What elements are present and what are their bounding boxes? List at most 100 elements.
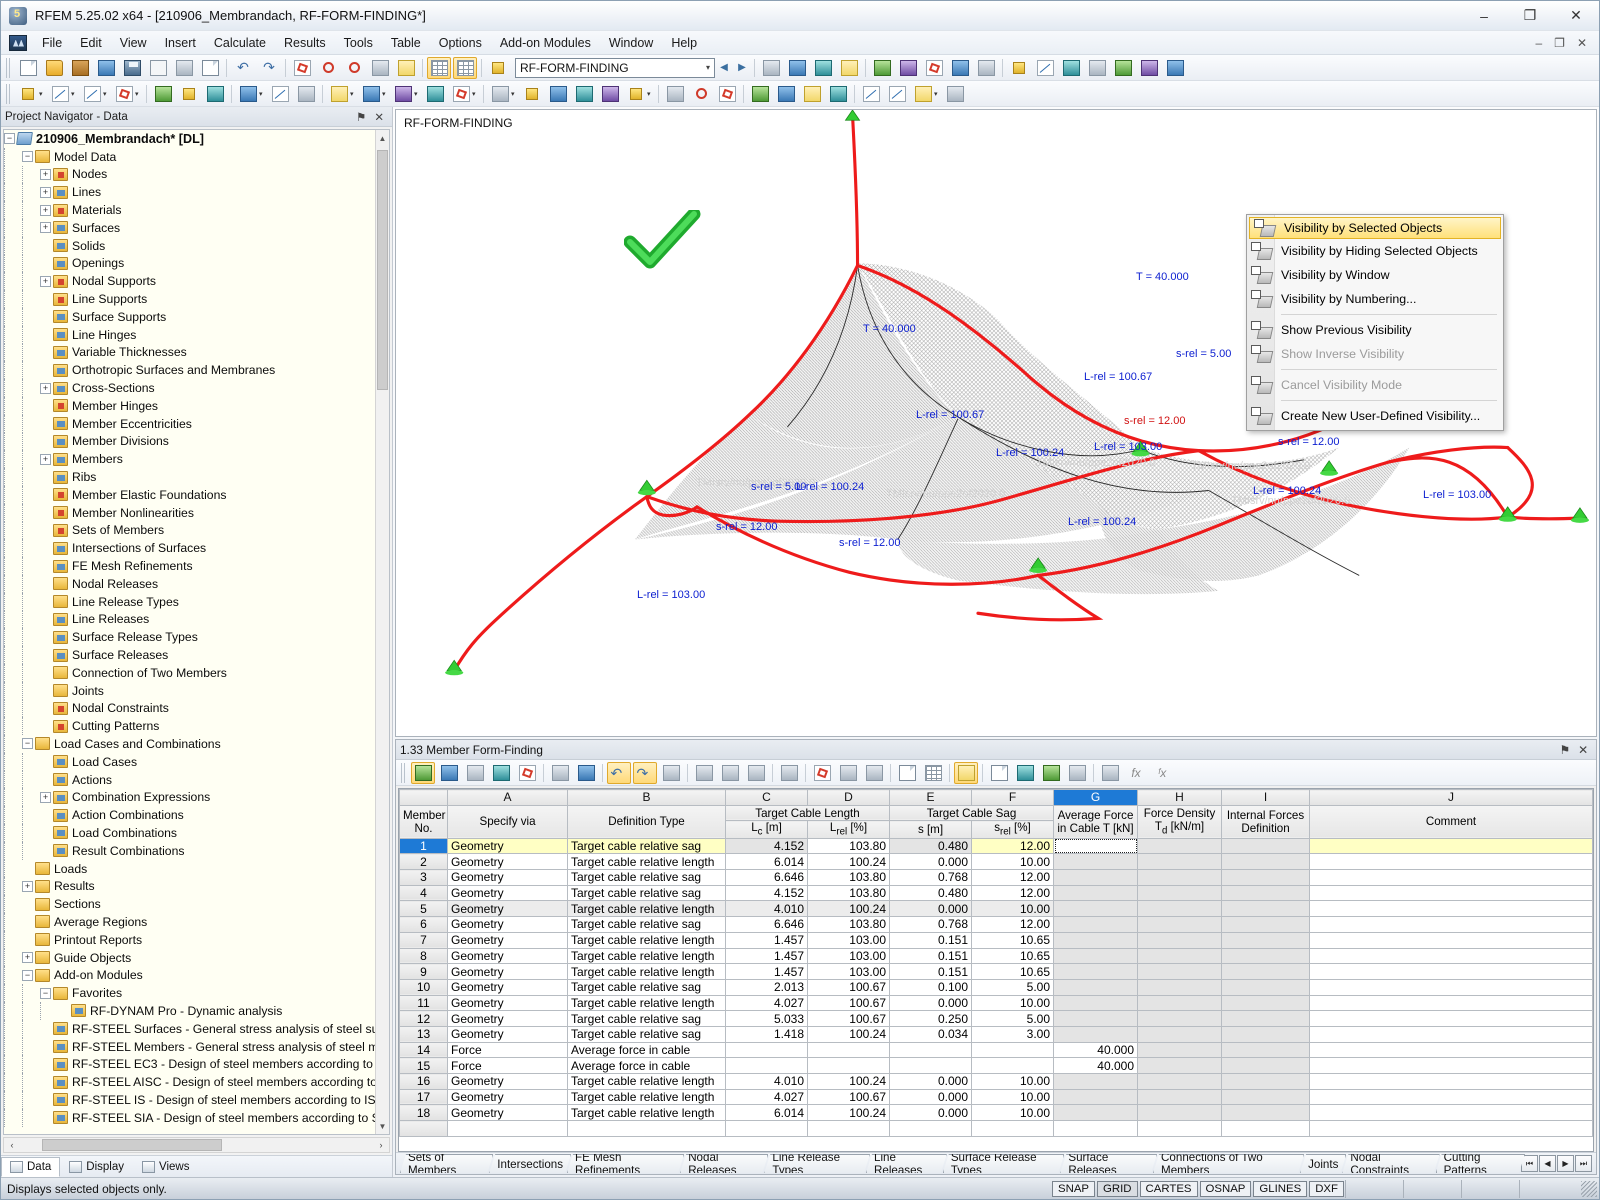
cell-target-cable-sag-s[interactable]: 0.034 (889, 1025, 972, 1043)
cell-internal-forces[interactable] (1221, 963, 1310, 980)
sheet-tab-connections-of-two-members[interactable]: Connections of Two Members (1153, 1154, 1304, 1173)
status-button-grid[interactable]: GRID (1097, 1180, 1138, 1197)
cell-target-cable-sag-s[interactable]: 0.000 (889, 853, 972, 871)
insert-line-load-button[interactable] (546, 83, 570, 105)
sheet-tab-nodal-releases[interactable]: Nodal Releases (680, 1154, 768, 1173)
insert-surface-button[interactable] (327, 83, 351, 105)
cell-target-cable-sag-srel[interactable]: 10.65 (971, 963, 1054, 980)
cell-force-density[interactable] (1137, 931, 1222, 949)
cell-target-cable-length-lrel[interactable]: 100.67 (807, 1010, 890, 1027)
table-delete-row-button[interactable] (810, 762, 834, 784)
cell-target-cable-sag-s[interactable]: 0.250 (889, 1010, 972, 1027)
status-button-dxf[interactable]: DXF (1309, 1180, 1344, 1197)
menu-item-visibility-by-numbering[interactable]: Visibility by Numbering... (1247, 287, 1503, 311)
cell-definition-type[interactable]: Target cable relative sag (567, 884, 726, 902)
tree-item-actions[interactable]: Actions (4, 770, 389, 789)
cell-member-no[interactable]: 5 (399, 900, 448, 918)
table-first-row-button[interactable] (692, 762, 716, 784)
cell-average-force[interactable] (1053, 931, 1138, 949)
table-fx-clear-button[interactable]: ᶠx (1150, 762, 1174, 784)
col-letter-h[interactable]: H (1137, 789, 1222, 806)
cell-average-force[interactable] (1053, 853, 1138, 871)
chevron-down-icon[interactable]: ▾ (511, 90, 519, 98)
tree-item-results[interactable]: + Results (4, 877, 389, 896)
cell-comment[interactable] (1309, 884, 1593, 902)
form-finding-button[interactable] (826, 83, 850, 105)
cell-specify-via[interactable]: Force (447, 1041, 568, 1059)
view-isometric-button[interactable] (811, 57, 835, 79)
cell-target-cable-length-lc[interactable]: 4.027 (725, 1088, 808, 1106)
insert-nodal-load-button[interactable] (488, 83, 512, 105)
tree-item-sections[interactable]: Sections (4, 895, 389, 914)
scrollbar-thumb[interactable] (42, 1139, 222, 1151)
cell-specify-via[interactable]: Geometry (447, 931, 568, 949)
menu-insert[interactable]: Insert (156, 33, 205, 53)
cell-specify-via[interactable]: Geometry (447, 963, 568, 980)
cell-definition-type[interactable]: Target cable relative sag (567, 916, 726, 933)
cell-average-force[interactable] (1053, 1010, 1138, 1027)
resize-grip[interactable] (1581, 1180, 1597, 1197)
table-row[interactable]: 17 Geometry Target cable relative length 4.… (399, 1088, 1593, 1106)
sections-button[interactable] (948, 57, 972, 79)
table-prev-row-button[interactable] (718, 762, 742, 784)
sheet-tab-cutting-patterns[interactable]: Cutting Patterns (1436, 1154, 1525, 1173)
cell-target-cable-length-lrel[interactable]: 100.24 (807, 853, 890, 871)
tree-item-model-data[interactable]: − Model Data (4, 147, 389, 166)
sheet-tab-joints[interactable]: Joints (1300, 1154, 1346, 1173)
cell-comment[interactable] (1309, 947, 1593, 965)
cell-target-cable-length-lc[interactable]: 6.014 (725, 1104, 808, 1122)
cell-target-cable-length-lc[interactable] (725, 1041, 808, 1059)
tree-item-load-cases[interactable]: Load Cases (4, 752, 389, 771)
load-case-combo[interactable]: RF-FORM-FINDING ▾ (515, 57, 715, 78)
cell-empty[interactable] (567, 1120, 726, 1137)
tree-item-ribs[interactable]: Ribs (4, 468, 389, 486)
cell-definition-type[interactable]: Average force in cable (567, 1041, 726, 1059)
insert-surface-support-button[interactable] (203, 83, 227, 105)
tree-item-printout-reports[interactable]: Printout Reports (4, 930, 389, 949)
cell-internal-forces[interactable] (1221, 900, 1310, 918)
cell-target-cable-sag-srel[interactable]: 3.00 (971, 1025, 1054, 1043)
chevron-down-icon[interactable]: ▾ (350, 90, 358, 98)
col-letter-a[interactable]: A (447, 789, 568, 806)
tree-item-connection-of-two-members[interactable]: Connection of Two Members (4, 663, 389, 682)
cell-target-cable-length-lrel[interactable]: 103.00 (807, 947, 890, 965)
cell-force-density[interactable] (1137, 837, 1222, 855)
cell-specify-via[interactable]: Geometry (447, 869, 568, 886)
cell-member-no[interactable]: 14 (399, 1041, 448, 1059)
menu-results[interactable]: Results (275, 33, 335, 53)
cell-comment[interactable] (1309, 1041, 1593, 1059)
chevron-down-icon[interactable]: ▾ (472, 90, 480, 98)
cell-definition-type[interactable]: Target cable relative length (567, 900, 726, 918)
cell-target-cable-length-lrel[interactable] (807, 1057, 890, 1074)
tree-item-member-divisions[interactable]: Member Divisions (4, 432, 389, 451)
col-letter-i[interactable]: I (1221, 789, 1310, 806)
cell-empty[interactable] (1309, 1120, 1593, 1137)
cell-empty[interactable] (725, 1120, 808, 1137)
cell-force-density[interactable] (1137, 916, 1222, 933)
tree-item-members[interactable]: + Members (4, 450, 389, 469)
tree-item-orthotropic-surfaces-and-membranes[interactable]: Orthotropic Surfaces and Membranes (4, 361, 389, 380)
cell-average-force[interactable] (1053, 963, 1138, 980)
cell-target-cable-length-lrel[interactable]: 100.24 (807, 1073, 890, 1090)
chevron-down-icon[interactable]: ▾ (103, 90, 111, 98)
scrollbar-thumb[interactable] (377, 150, 388, 390)
cell-empty[interactable] (1137, 1120, 1222, 1137)
visibility-mode-button[interactable] (759, 57, 783, 79)
cell-definition-type[interactable]: Target cable relative length (567, 1073, 726, 1090)
tree-item-guide-objects[interactable]: + Guide Objects (4, 948, 389, 967)
toolbar-grip[interactable] (401, 762, 407, 783)
tree-item-line-supports[interactable]: Line Supports (4, 290, 389, 308)
view-all-button[interactable] (785, 57, 809, 79)
expand-icon[interactable]: + (40, 204, 51, 216)
cell-target-cable-sag-s[interactable]: 0.000 (889, 1088, 972, 1106)
cell-force-density[interactable] (1137, 1104, 1222, 1122)
sheet-tab-fe-mesh-refinements[interactable]: FE Mesh Refinements (567, 1154, 684, 1173)
cell-target-cable-sag-srel[interactable]: 10.00 (971, 994, 1054, 1012)
cell-target-cable-length-lc[interactable]: 2.013 (725, 978, 808, 996)
cell-empty[interactable] (1053, 1120, 1138, 1137)
cell-internal-forces[interactable] (1221, 1010, 1310, 1027)
tree-item-rf-steel-members-general-stress-analysis-of-steel-mer[interactable]: RF-STEEL Members - General stress analys… (4, 1037, 389, 1056)
insert-opening-button[interactable] (359, 83, 383, 105)
collapse-icon[interactable]: − (4, 133, 15, 145)
cell-specify-via[interactable]: Geometry (447, 1073, 568, 1090)
